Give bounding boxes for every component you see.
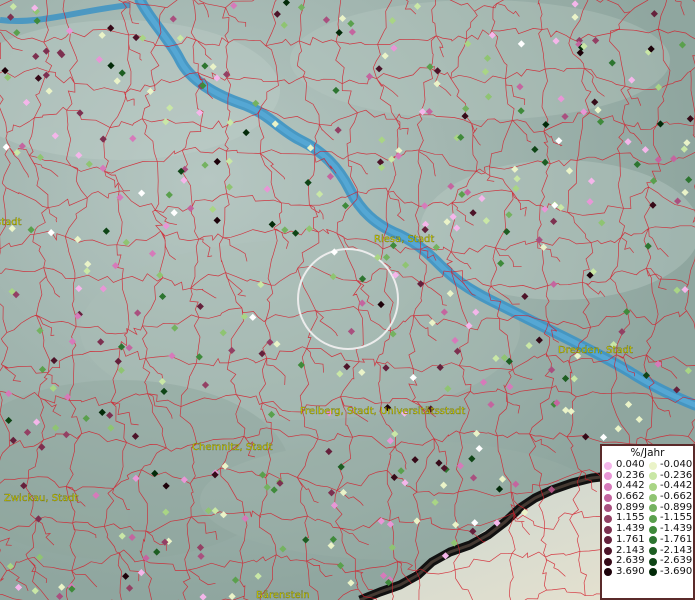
legend-value-negative: -1.761 bbox=[660, 533, 693, 545]
place-label-left-edge: stadt bbox=[0, 217, 22, 228]
legend-swatch bbox=[604, 557, 612, 566]
legend-swatch bbox=[604, 525, 612, 534]
legend-rows: 0.040 -0.040 0.236 -0.236 0.442 -0.442 0.662 -0… bbox=[602, 459, 693, 578]
legend-swatch bbox=[649, 536, 657, 545]
legend-swatch bbox=[604, 461, 612, 470]
place-label-freiberg: Freiberg, Stadt, Universitätsstadt bbox=[300, 406, 465, 417]
legend-value-positive: 3.690 bbox=[616, 565, 645, 577]
legend-swatch bbox=[604, 547, 612, 555]
legend-swatch bbox=[649, 568, 657, 577]
legend-swatch bbox=[649, 461, 657, 470]
legend-swatch bbox=[649, 482, 657, 491]
legend-swatch bbox=[604, 514, 612, 523]
legend-swatch bbox=[649, 472, 657, 481]
legend-swatch bbox=[649, 525, 657, 534]
legend-swatch bbox=[604, 536, 612, 545]
map-canvas[interactable]: Riesa, Stadt Dresden, Stadt Freiberg, St… bbox=[0, 0, 695, 600]
legend-row: 1.761 -1.761 bbox=[602, 533, 693, 546]
legend-panel: %/Jahr 0.040 -0.040 0.236 -0.236 0.442 -0.442… bbox=[600, 444, 695, 600]
legend-swatch bbox=[649, 514, 657, 523]
legend-row: 3.690 -3.690 bbox=[602, 565, 693, 578]
place-label-riesa: Riesa, Stadt bbox=[374, 234, 434, 245]
legend-swatch bbox=[604, 504, 612, 513]
legend-swatch bbox=[604, 568, 612, 577]
place-label-zwickau: Zwickau, Stadt bbox=[4, 493, 78, 504]
legend-value-negative: -3.690 bbox=[660, 565, 693, 577]
legend-swatch bbox=[604, 482, 612, 491]
legend-swatch bbox=[649, 557, 657, 566]
place-label-baerenstein: Bärenstein bbox=[256, 590, 310, 600]
legend-value-positive: 1.761 bbox=[616, 533, 645, 545]
legend-swatch bbox=[604, 472, 612, 481]
legend-swatch bbox=[649, 504, 657, 513]
place-label-dresden: Dresden, Stadt bbox=[558, 345, 633, 356]
legend-swatch bbox=[604, 493, 612, 502]
place-label-chemnitz: Chemnitz, Stadt bbox=[192, 442, 273, 453]
legend-swatch bbox=[649, 547, 657, 555]
legend-swatch bbox=[649, 493, 657, 502]
